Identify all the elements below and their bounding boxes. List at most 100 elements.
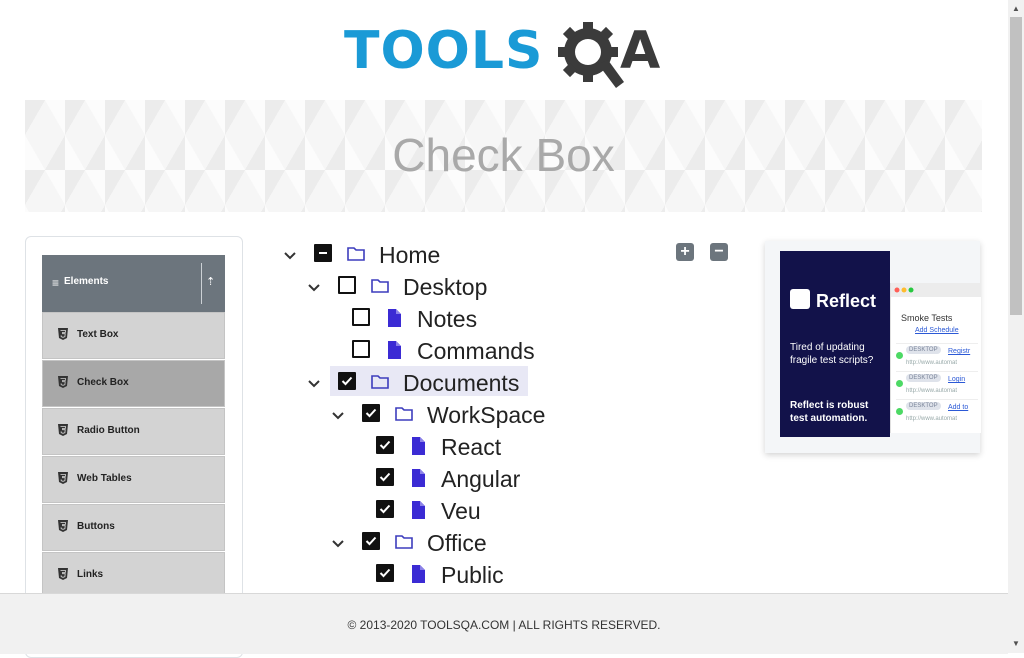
collapse-arrow-icon[interactable]: ⇡ (206, 275, 215, 288)
ad-brand: Reflect (816, 291, 877, 311)
ad-test-row: DESKTOP Add to http://www.automat (896, 399, 978, 426)
ad-panel-title: Smoke Tests (901, 313, 953, 323)
folder-icon (347, 247, 365, 261)
sidebar-item-text-box[interactable]: Text Box (42, 312, 225, 359)
html5-icon (58, 328, 68, 340)
page-scrollbar[interactable]: ▲ ▼ (1008, 0, 1024, 653)
sidebar-item-web-tables[interactable]: Web Tables (42, 456, 225, 503)
toolsqa-logo[interactable]: TOOLS A (344, 16, 668, 90)
expand-all-button[interactable]: + (676, 243, 694, 261)
tree-node-label[interactable]: React (441, 434, 501, 460)
chevron-down-icon[interactable] (282, 248, 298, 264)
sidebar-item-label: Check Box (77, 377, 129, 388)
chevron-down-icon[interactable] (306, 280, 322, 296)
html5-icon (58, 568, 68, 580)
scroll-up-arrow-icon[interactable]: ▲ (1012, 4, 1020, 13)
sidebar-item-check-box[interactable]: Check Box (42, 360, 225, 407)
file-icon (412, 469, 425, 487)
checkbox-react[interactable] (376, 436, 394, 454)
checkbox-angular[interactable] (376, 468, 394, 486)
ad-tagline: Tired of updating fragile test scripts? (790, 342, 874, 366)
tree-node-veu: Veu (354, 498, 554, 530)
tree-node-label[interactable]: Angular (441, 466, 520, 492)
tree-node-label[interactable]: WorkSpace (427, 402, 545, 428)
chevron-down-icon[interactable] (330, 536, 346, 552)
advertisement[interactable]: Reflect Tired of updating fragile test s… (765, 241, 981, 453)
sidebar-item-label: Web Tables (77, 473, 132, 484)
scrollbar-thumb[interactable] (1010, 17, 1022, 315)
checkbox-home[interactable] (314, 244, 332, 262)
checkbox-documents[interactable] (338, 372, 356, 390)
page-banner: Check Box (25, 100, 982, 212)
file-icon (388, 309, 401, 327)
ad-browser-bar (891, 283, 981, 297)
ad-cta: Reflect is robust test automation. (790, 400, 869, 424)
page-title: Check Box (392, 129, 615, 181)
checkbox-workspace[interactable] (362, 404, 380, 422)
tree-node-label[interactable]: Public (441, 562, 504, 588)
ad-add-schedule: Add Schedule (915, 327, 959, 334)
tree-node-react: React (354, 434, 554, 466)
collapse-all-button[interactable]: − (710, 243, 728, 261)
ad-tag: DESKTOP (906, 374, 941, 382)
sidebar-item-links[interactable]: Links (42, 552, 225, 599)
tree-node-label[interactable]: Notes (417, 306, 477, 332)
folder-icon (371, 375, 389, 389)
window-controls-icon (894, 287, 914, 293)
tree-node-documents: Documents (306, 366, 546, 402)
scroll-down-arrow-icon[interactable]: ▼ (1012, 639, 1020, 648)
checkbox-veu[interactable] (376, 500, 394, 518)
elements-group-header[interactable]: ≡ Elements ⇡ (42, 255, 225, 312)
ad-test-url: http://www.automat (906, 416, 958, 422)
ad-tag: DESKTOP (906, 346, 941, 354)
file-icon (412, 565, 425, 583)
tree-node-label[interactable]: Commands (417, 338, 535, 364)
tree-node-angular: Angular (354, 466, 554, 498)
tree-node-notes: Notes (330, 306, 530, 338)
file-icon (412, 501, 425, 519)
sidebar-item-buttons[interactable]: Buttons (42, 504, 225, 551)
checkbox-commands[interactable] (352, 340, 370, 358)
html5-icon (58, 520, 68, 532)
ad-browser-mock: Smoke Tests Add Schedule DESKTOP Registr… (890, 283, 981, 433)
html5-icon (58, 472, 68, 484)
tree-node-workspace: WorkSpace (330, 402, 570, 434)
folder-icon (371, 279, 389, 293)
chevron-down-icon[interactable] (330, 408, 346, 424)
ad-test-link: Registr (948, 348, 971, 355)
sidebar-item-label: Text Box (77, 329, 119, 340)
sidebar-item-label: Buttons (77, 521, 115, 532)
sidebar-item-label: Links (77, 569, 104, 580)
logo-text-end: A (620, 21, 661, 81)
logo-gear-icon (558, 22, 624, 88)
sidebar-item-label: Radio Button (77, 425, 140, 436)
ad-tag: DESKTOP (906, 402, 941, 410)
group-title: Elements (64, 276, 109, 287)
logo-text-main: TOOLS (344, 21, 544, 81)
tree-node-label[interactable]: Office (427, 530, 487, 556)
file-icon (412, 437, 425, 455)
tree-node-label[interactable]: Veu (441, 498, 481, 524)
hamburger-icon: ≡ (52, 276, 60, 290)
checkbox-office[interactable] (362, 532, 380, 550)
html5-icon (58, 376, 68, 388)
checkbox-notes[interactable] (352, 308, 370, 326)
ad-test-row: DESKTOP Registr http://www.automat (896, 343, 978, 370)
reflect-logo-icon (790, 289, 810, 309)
tree-node-label[interactable]: Documents (403, 370, 519, 396)
ad-test-row: DESKTOP Login http://www.automat (896, 371, 978, 398)
tree-node-label[interactable]: Desktop (403, 274, 487, 300)
tree-node-label[interactable]: Home (379, 242, 440, 268)
html5-icon (58, 424, 68, 436)
sidebar-item-radio-button[interactable]: Radio Button (42, 408, 225, 455)
copyright-text: © 2013-2020 TOOLSQA.COM | ALL RIGHTS RES… (347, 618, 661, 632)
ad-promo-panel: Reflect Tired of updating fragile test s… (780, 251, 890, 437)
checkbox-public[interactable] (376, 564, 394, 582)
tree-node-home: Home (282, 242, 482, 274)
chevron-down-icon[interactable] (306, 376, 322, 392)
header-divider (201, 263, 202, 304)
tree-node-desktop: Desktop (306, 274, 506, 306)
checkbox-desktop[interactable] (338, 276, 356, 294)
ad-test-url: http://www.automat (906, 360, 958, 366)
tree-node-public: Public (354, 562, 554, 594)
